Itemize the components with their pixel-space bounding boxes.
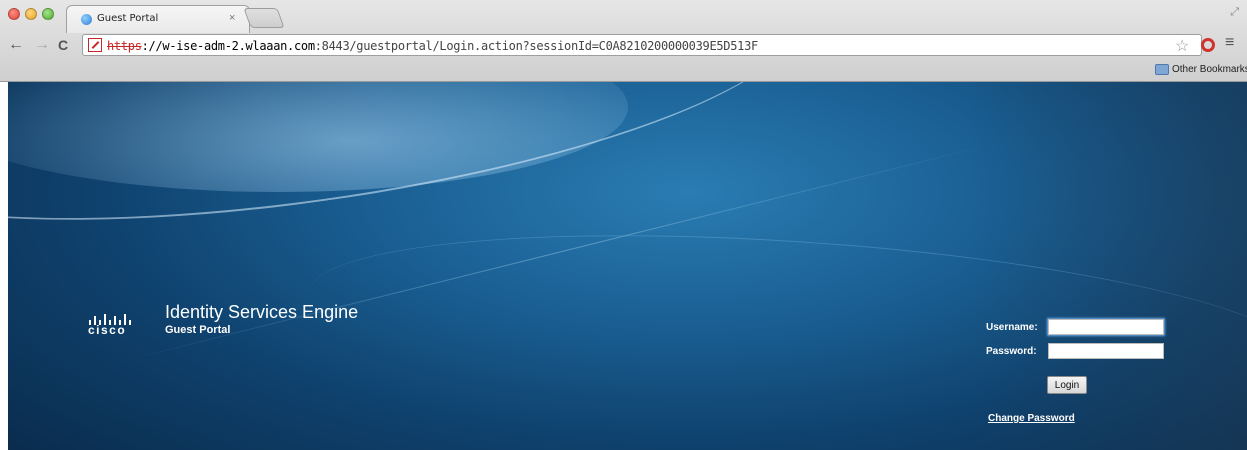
- back-icon[interactable]: ←: [8, 36, 24, 54]
- bookmarks-bar: Other Bookmarks: [0, 60, 1247, 82]
- menu-icon[interactable]: ≡: [1225, 34, 1234, 52]
- bookmark-star-icon[interactable]: ☆: [1175, 36, 1189, 56]
- browser-chrome: Guest Portal × ⤢ ← → C https://w-ise-adm…: [0, 0, 1247, 82]
- tab-strip: Guest Portal × ⤢: [0, 0, 1247, 33]
- forward-icon[interactable]: →: [34, 36, 50, 54]
- guest-portal-page: cisco Identity Services Engine Guest Por…: [8, 82, 1247, 450]
- tab-close-icon[interactable]: ×: [229, 12, 235, 24]
- url-path: :8443/guestportal/Login.action?sessionId…: [314, 39, 758, 53]
- tab-title: Guest Portal: [97, 13, 159, 24]
- url-host: ://w-ise-adm-2.wlaaan.com: [141, 39, 315, 53]
- broken-lock-icon[interactable]: [88, 38, 102, 52]
- change-password-link[interactable]: Change Password: [988, 413, 1075, 424]
- reload-icon[interactable]: C: [58, 36, 68, 54]
- password-label: Password:: [986, 346, 1037, 357]
- portal-subtitle: Guest Portal: [165, 324, 231, 336]
- tab-guest-portal[interactable]: Guest Portal ×: [66, 5, 250, 33]
- product-title: Identity Services Engine: [165, 302, 359, 322]
- extension-icon[interactable]: [1201, 38, 1215, 52]
- new-tab-button[interactable]: [243, 8, 285, 28]
- username-field[interactable]: [1048, 319, 1164, 335]
- password-field[interactable]: [1048, 343, 1164, 359]
- username-label: Username:: [986, 322, 1038, 333]
- other-bookmarks-link[interactable]: Other Bookmarks: [1172, 64, 1247, 75]
- globe-icon: [81, 14, 92, 25]
- close-window-button[interactable]: [8, 8, 20, 20]
- browser-toolbar: ← → C https://w-ise-adm-2.wlaaan.com:844…: [0, 32, 1247, 60]
- folder-icon[interactable]: [1155, 64, 1169, 75]
- minimize-window-button[interactable]: [25, 8, 37, 20]
- login-button[interactable]: Login: [1047, 376, 1087, 394]
- cisco-wordmark: cisco: [88, 323, 127, 337]
- url-text[interactable]: https://w-ise-adm-2.wlaaan.com:8443/gues…: [107, 39, 758, 53]
- login-form: Username: Password: Login Change Passwor…: [986, 318, 1186, 438]
- fullscreen-icon[interactable]: ⤢: [1230, 6, 1239, 19]
- zoom-window-button[interactable]: [42, 8, 54, 20]
- address-bar[interactable]: https://w-ise-adm-2.wlaaan.com:8443/gues…: [82, 34, 1202, 56]
- url-scheme: https: [107, 39, 142, 53]
